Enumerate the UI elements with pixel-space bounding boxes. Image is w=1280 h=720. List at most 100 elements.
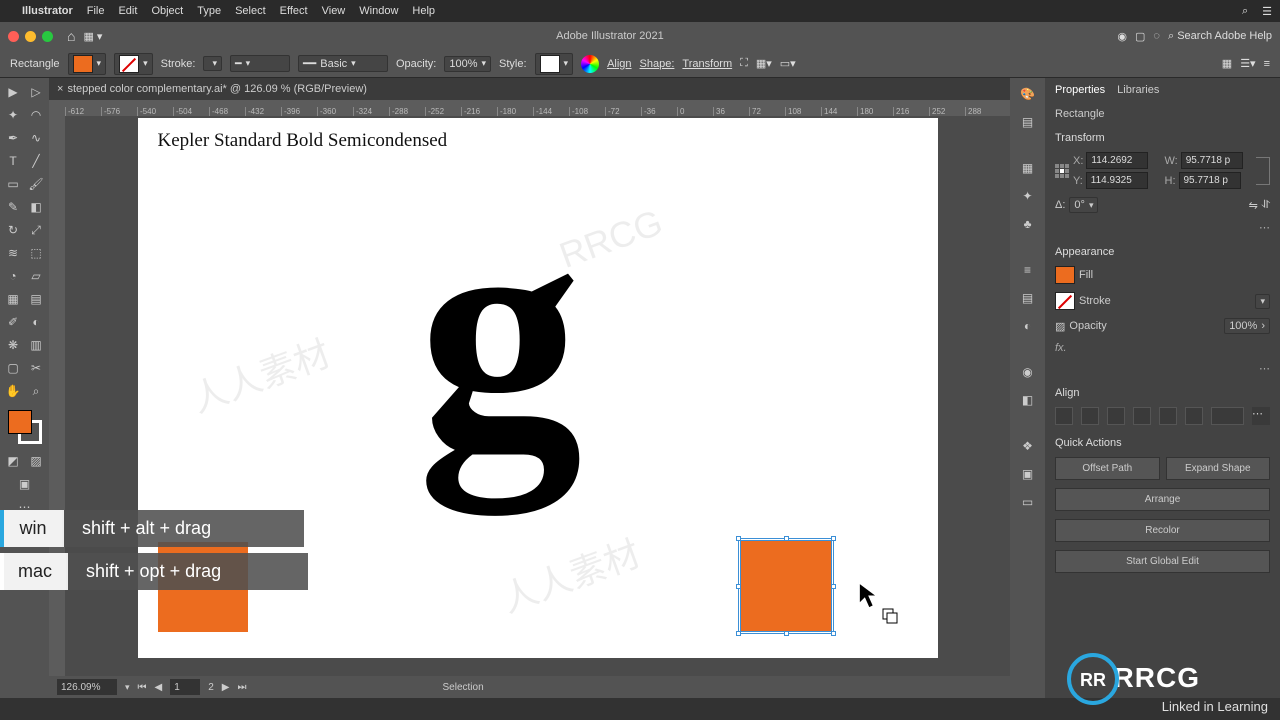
window-controls[interactable]	[8, 31, 53, 42]
flip-v-icon[interactable]: ⥯	[1262, 199, 1270, 212]
search-help-field[interactable]: ⌕ Search Adobe Help	[1168, 30, 1272, 43]
tab-properties[interactable]: Properties	[1055, 84, 1105, 96]
blend-tool-icon[interactable]: ◐	[26, 312, 46, 332]
gridview-icon[interactable]: ▦	[1222, 57, 1232, 70]
gradient-mode-icon[interactable]: ▨	[26, 451, 46, 471]
orange-square-selected[interactable]	[740, 540, 832, 632]
pen-tool-icon[interactable]: ✒	[3, 128, 23, 148]
opacity-field[interactable]: 100%▾	[444, 56, 491, 72]
recolor-icon[interactable]	[581, 55, 599, 73]
canvas[interactable]: Kepler Standard Bold Semicondensed g 人人	[65, 116, 1010, 676]
zoom-field[interactable]: 126.09%	[57, 679, 117, 695]
align-vcenter-icon[interactable]	[1159, 407, 1177, 425]
screen-mode-icon[interactable]: ▣	[15, 474, 35, 494]
shape-link[interactable]: Shape:	[640, 58, 675, 70]
layers-panel-icon[interactable]: ❖	[1016, 436, 1040, 456]
artboard-tool-icon[interactable]: ▢	[3, 358, 23, 378]
eyedropper-tool-icon[interactable]: ✐	[3, 312, 23, 332]
search-icon[interactable]: ⌕	[1242, 5, 1248, 18]
shape-builder-tool-icon[interactable]: ◔	[3, 266, 23, 286]
zoom-tool-icon[interactable]: ⌕	[26, 381, 46, 401]
w-field[interactable]	[1181, 152, 1243, 169]
fill-swatch[interactable]	[1055, 266, 1075, 284]
stroke-weight-stepper[interactable]: ▾	[203, 56, 222, 71]
expand-shape-button[interactable]: Expand Shape	[1166, 457, 1271, 480]
perspective-tool-icon[interactable]: ▱	[26, 266, 46, 286]
workspace-icon[interactable]: ▢	[1135, 30, 1145, 43]
stroke-weight-dropdown[interactable]: ▾	[1255, 294, 1270, 309]
mesh-tool-icon[interactable]: ▦	[3, 289, 23, 309]
artboard-last-icon[interactable]: ⏭	[238, 682, 247, 693]
transform-link[interactable]: Transform	[682, 58, 732, 70]
more-options-icon[interactable]: ⋯	[1055, 221, 1270, 234]
tab-libraries[interactable]: Libraries	[1117, 84, 1159, 96]
column-graph-tool-icon[interactable]: ▥	[26, 335, 46, 355]
brush-dropdown[interactable]: ━━Basic▾	[298, 55, 388, 72]
fill-swatch-dropdown[interactable]: ▾	[68, 53, 107, 75]
offset-path-button[interactable]: Offset Path	[1055, 457, 1160, 480]
stroke-panel-icon[interactable]: ≡	[1016, 260, 1040, 280]
flip-h-icon[interactable]: ⇋	[1249, 199, 1258, 212]
scale-tool-icon[interactable]: ⤢	[26, 220, 46, 240]
h-field[interactable]	[1179, 172, 1241, 189]
artboard-prev-icon[interactable]: ◀	[155, 682, 163, 693]
appearance-panel-icon[interactable]: ◉	[1016, 362, 1040, 382]
brushes-panel-icon[interactable]: ✦	[1016, 186, 1040, 206]
symbol-sprayer-tool-icon[interactable]: ❋	[3, 335, 23, 355]
paintbrush-tool-icon[interactable]: 🖌	[26, 174, 46, 194]
document-tab-label[interactable]: stepped color complementary.ai* @ 126.09…	[67, 83, 367, 95]
align-more-icon[interactable]: ⋯	[1252, 407, 1270, 425]
artboard-num-field[interactable]: 1	[170, 679, 200, 695]
link-wh-icon[interactable]	[1256, 157, 1270, 185]
colorguide-panel-icon[interactable]: ▤	[1016, 112, 1040, 132]
app-menu[interactable]: Illustrator	[22, 5, 73, 17]
x-field[interactable]	[1086, 152, 1148, 169]
control-center-icon[interactable]: ☰	[1262, 5, 1272, 18]
tips-icon[interactable]: ◌	[1153, 30, 1160, 42]
free-transform-tool-icon[interactable]: ⬚	[26, 243, 46, 263]
style-swatch-dropdown[interactable]: ▾	[535, 53, 574, 75]
recolor-button[interactable]: Recolor	[1055, 519, 1270, 542]
artboards-panel-icon[interactable]: ▭	[1016, 492, 1040, 512]
arrange-button[interactable]: Arrange	[1055, 488, 1270, 511]
width-tool-icon[interactable]: ≋	[3, 243, 23, 263]
reference-point-icon[interactable]	[1055, 164, 1069, 178]
mask-icon[interactable]: ▭▾	[780, 57, 796, 70]
align-top-icon[interactable]	[1133, 407, 1151, 425]
view-menu[interactable]: View	[322, 5, 346, 17]
hand-tool-icon[interactable]: ✋	[3, 381, 23, 401]
fill-color-icon[interactable]	[8, 410, 32, 434]
cloud-user-icon[interactable]: ◉	[1117, 30, 1127, 43]
rotate-tool-icon[interactable]: ↻	[3, 220, 23, 240]
eraser-tool-icon[interactable]: ◧	[26, 197, 46, 217]
symbols-panel-icon[interactable]: ♣	[1016, 214, 1040, 234]
align-hcenter-icon[interactable]	[1081, 407, 1099, 425]
line-tool-icon[interactable]: ╱	[26, 151, 46, 171]
align-left-icon[interactable]	[1055, 407, 1073, 425]
close-tab-icon[interactable]: ×	[57, 83, 63, 95]
color-mode-icon[interactable]: ◩	[3, 451, 23, 471]
type-tool-icon[interactable]: T	[3, 151, 23, 171]
align-right-icon[interactable]	[1107, 407, 1125, 425]
align-bottom-icon[interactable]	[1185, 407, 1203, 425]
lasso-tool-icon[interactable]: ◠	[26, 105, 46, 125]
select-menu[interactable]: Select	[235, 5, 266, 17]
home-icon[interactable]: ⌂	[67, 28, 75, 44]
align-link[interactable]: Align	[607, 58, 631, 70]
graphicstyles-panel-icon[interactable]: ◧	[1016, 390, 1040, 410]
stroke-swatch[interactable]	[1055, 292, 1075, 310]
shaper-tool-icon[interactable]: ✎	[3, 197, 23, 217]
angle-dropdown[interactable]: 0°▾	[1069, 197, 1098, 213]
fx-label[interactable]: fx.	[1055, 342, 1270, 354]
opacity-dropdown[interactable]: 100%›	[1224, 318, 1270, 334]
appearance-more-icon[interactable]: ⋯	[1055, 362, 1270, 375]
file-menu[interactable]: File	[87, 5, 105, 17]
assetexport-panel-icon[interactable]: ▣	[1016, 464, 1040, 484]
start-global-edit-button[interactable]: Start Global Edit	[1055, 550, 1270, 573]
magic-wand-tool-icon[interactable]: ✦	[3, 105, 23, 125]
swatches-panel-icon[interactable]: ▦	[1016, 158, 1040, 178]
effect-menu[interactable]: Effect	[280, 5, 308, 17]
artboard-first-icon[interactable]: ⏮	[138, 682, 147, 693]
help-menu[interactable]: Help	[412, 5, 435, 17]
varwidth-profile-dropdown[interactable]: ━▾	[230, 55, 290, 72]
